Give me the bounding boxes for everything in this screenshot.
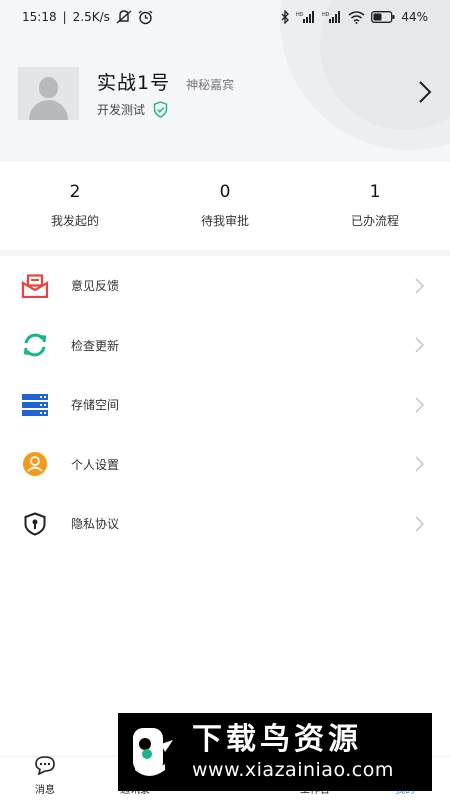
chevron-right-icon [415,456,424,472]
menu-item-personal-settings[interactable]: 个人设置 [0,435,450,495]
stat-value: 1 [369,182,381,202]
wifi-icon [348,10,365,24]
stat-label: 我发起的 [50,214,99,228]
battery-percent: 44% [401,10,428,24]
stat-value: 0 [219,182,231,202]
signal2-label: HD [322,12,330,18]
profile-tag: 神秘嘉宾 [186,78,235,92]
chat-icon [34,755,56,779]
avatar-body-shape [29,99,68,120]
stat-pending-approval[interactable]: 0 待我审批 [150,170,300,245]
refresh-icon [20,330,50,360]
signal-1-icon: HD [296,11,316,23]
chevron-right-icon [415,397,424,413]
chevron-right-icon [415,278,424,294]
nav-label: 消息 [35,785,55,796]
alarm-icon [138,9,153,25]
stat-initiated[interactable]: 2 我发起的 [0,170,150,245]
avatar[interactable] [18,66,79,120]
storage-server-icon [20,390,50,420]
watermark-bird-logo-icon [124,721,186,783]
bluetooth-icon [281,10,290,24]
menu-item-label: 隐私协议 [71,517,120,532]
verified-shield-icon [153,101,168,118]
menu-item-check-update[interactable]: 检查更新 [0,316,450,376]
status-separator: | [62,10,67,24]
profile-info: 实战1号 神秘嘉宾 开发测试 [97,68,234,118]
watermark-url: www.xiazainiao.com [192,759,394,781]
menu-item-privacy[interactable]: 隐私协议 [0,494,450,554]
stat-label: 待我审批 [200,214,249,228]
status-bar: 15:18 | 2.5K/s HD HD 44% [0,0,450,34]
person-icon [20,449,50,479]
signal1-label: HD [296,12,304,18]
stat-label: 已办流程 [350,214,399,228]
signal-2-icon: HD [322,11,342,23]
stats-bar: 2 我发起的 0 待我审批 1 已办流程 [0,170,450,245]
menu-item-storage[interactable]: 存储空间 [0,375,450,435]
mute-icon [116,10,132,24]
chevron-right-icon [415,516,424,532]
feedback-mail-icon [20,271,50,301]
profile-name: 实战1号 [97,72,171,94]
privacy-shield-icon [20,509,50,539]
chevron-right-icon [415,337,424,353]
menu-item-label: 个人设置 [71,457,120,472]
nav-item-messages[interactable]: 消息 [0,755,90,800]
menu-item-label: 检查更新 [71,338,120,353]
menu-item-feedback[interactable]: 意见反馈 [0,256,450,316]
menu-item-label: 存储空间 [71,398,120,413]
watermark-title: 下载鸟资源 [192,722,362,757]
watermark-banner: 下载鸟资源 www.xiazainiao.com [118,713,432,791]
settings-menu: 意见反馈 检查更新 存储空间 个人设置 隐私协议 [0,256,450,554]
menu-item-label: 意见反馈 [71,279,120,294]
profile-card[interactable]: 实战1号 神秘嘉宾 开发测试 [18,66,432,120]
stat-completed[interactable]: 1 已办流程 [300,170,450,245]
network-speed: 2.5K/s [72,10,110,24]
battery-icon [371,11,395,23]
profile-subtitle: 开发测试 [97,103,146,117]
avatar-head-shape [39,76,58,98]
profile-chevron-right-icon[interactable] [418,80,432,108]
status-time: 15:18 [22,10,57,24]
stat-value: 2 [69,182,81,202]
